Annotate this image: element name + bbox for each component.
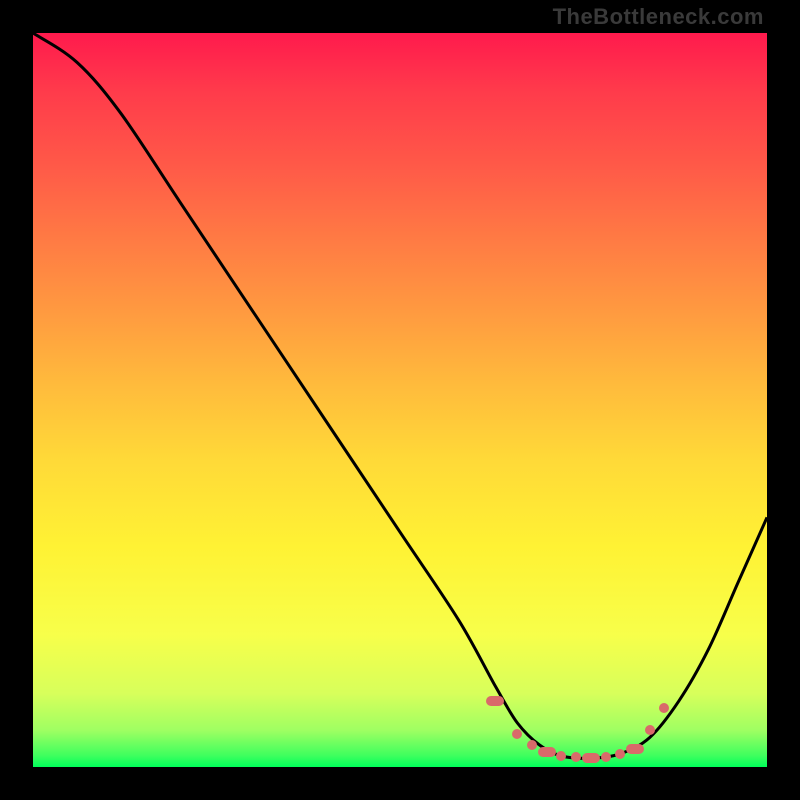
highlight-dot [659, 703, 669, 713]
highlight-dot [571, 752, 581, 762]
highlight-dot [512, 729, 522, 739]
highlight-dot [527, 740, 537, 750]
highlight-dot [486, 696, 504, 706]
highlight-dots [33, 33, 767, 767]
highlight-dot [615, 749, 625, 759]
highlight-dot [601, 752, 611, 762]
highlight-dot [582, 753, 600, 763]
highlight-dot [538, 747, 556, 757]
highlight-dot [556, 751, 566, 761]
highlight-dot [645, 725, 655, 735]
highlight-dot [626, 744, 644, 754]
plot-area [33, 33, 767, 767]
chart-frame: TheBottleneck.com [0, 0, 800, 800]
watermark-text: TheBottleneck.com [553, 4, 764, 30]
